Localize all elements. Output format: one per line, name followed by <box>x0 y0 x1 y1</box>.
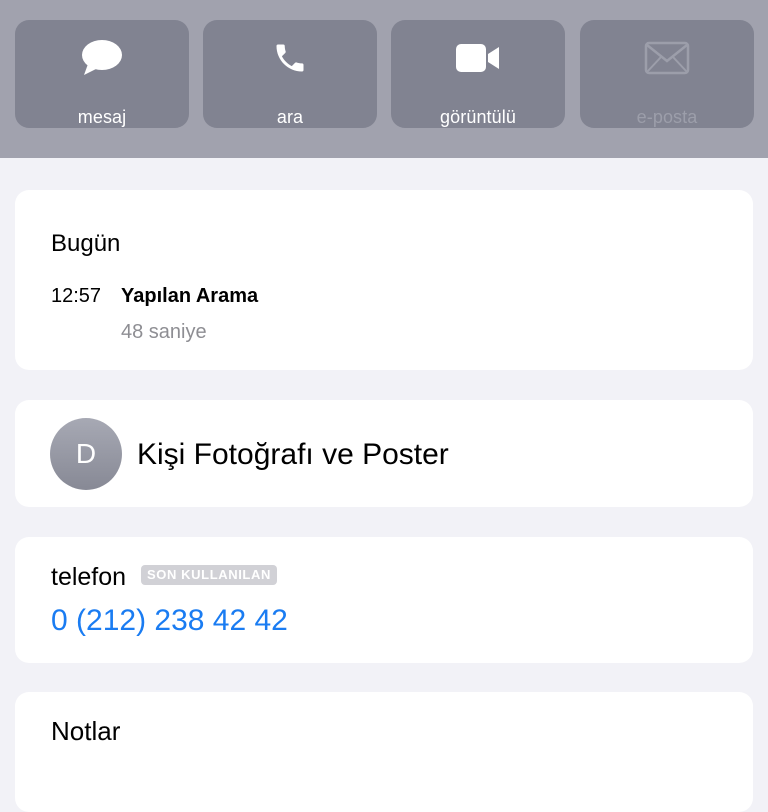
contact-photo-poster-row[interactable]: D Kişi Fotoğrafı ve Poster <box>15 400 753 507</box>
video-button-label: görüntülü <box>440 107 516 127</box>
message-button[interactable]: mesaj <box>15 20 189 128</box>
message-bubble-icon <box>15 38 189 78</box>
call-time: 12:57 <box>51 285 102 307</box>
call-button[interactable]: ara <box>203 20 377 128</box>
phone-number-link[interactable]: 0 (212) 238 42 42 <box>51 604 288 638</box>
avatar-initial: D <box>75 438 97 469</box>
envelope-icon <box>580 38 754 78</box>
phone-icon <box>203 38 377 78</box>
video-button[interactable]: görüntülü <box>391 20 565 128</box>
message-button-label: mesaj <box>77 107 127 127</box>
video-camera-icon <box>391 38 565 78</box>
email-button-label: e-posta <box>636 107 698 127</box>
avatar: D <box>50 418 122 490</box>
notes-title: Notlar <box>51 716 121 746</box>
call-type: Yapılan Arama <box>121 285 259 307</box>
call-button-label: ara <box>276 107 304 127</box>
recently-used-badge: SON KULLANILAN <box>141 565 277 585</box>
call-duration: 48 saniye <box>121 321 207 343</box>
recent-calls-day: Bugün <box>51 230 121 257</box>
recent-calls-card: Bugün 12:57 Yapılan Arama 48 saniye <box>15 190 753 370</box>
contact-photo-poster-label: Kişi Fotoğrafı ve Poster <box>137 438 449 471</box>
contact-header: mesaj ara görüntülü e-posta <box>0 0 768 158</box>
notes-card[interactable]: Notlar <box>15 692 753 812</box>
phone-label: telefon <box>51 563 127 591</box>
email-button[interactable]: e-posta <box>580 20 754 128</box>
phone-card[interactable]: telefon SON KULLANILAN 0 (212) 238 42 42 <box>15 537 753 663</box>
